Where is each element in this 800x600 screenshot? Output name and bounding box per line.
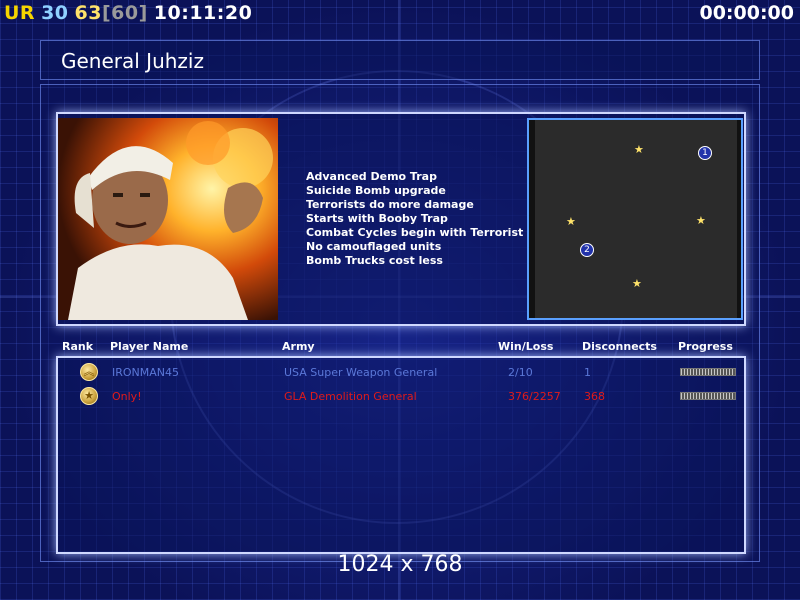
star-icon: ★ [696,214,706,227]
player-army: GLA Demolition General [284,390,417,403]
chevron-rank-icon: ︽ [80,363,98,381]
player-row[interactable]: ★ Only! GLA Demolition General 376/2257 … [58,386,744,406]
star-icon: ★ [634,143,644,156]
player-army: USA Super Weapon General [284,366,438,379]
hud-clock: 10:11:20 [153,2,253,24]
player-row[interactable]: ︽ IRONMAN45 USA Super Weapon General 2/1… [58,362,744,382]
player-disconnects: 1 [584,366,591,379]
bonus-item: Suicide Bomb upgrade [306,184,446,197]
header-player-name: Player Name [110,340,189,353]
bonus-item: Starts with Booby Trap [306,212,448,225]
bonus-item: Combat Cycles begin with Terrorist [306,226,524,239]
hud-stat-30: 30 [41,2,69,24]
hud-ur: UR [4,2,36,24]
hud-stat-60: [60] [101,2,148,24]
player-win-loss: 376/2257 [508,390,561,403]
player-table-header: Rank Player Name Army Win/Loss Disconnec… [56,340,746,356]
hud-stat-63: 63 [74,2,102,24]
map-border-left [529,120,535,318]
player-name: IRONMAN45 [112,366,180,379]
map-preview: ★ ★ ★ ★ 1 2 [527,118,743,320]
bonus-item: No camouflaged units [306,240,442,253]
hud-status: UR 30 63[60] 10:11:20 [4,2,258,24]
header-rank: Rank [62,340,94,353]
bonus-item: Bomb Trucks cost less [306,254,443,267]
start-position-2: 2 [580,243,594,257]
general-portrait [58,118,278,320]
general-title-bar: General Juhziz [40,40,760,80]
resolution-label: 1024 x 768 [337,552,463,577]
star-icon: ★ [632,277,642,290]
star-rank-icon: ★ [80,387,98,405]
bonus-item: Advanced Demo Trap [306,170,437,183]
header-army: Army [282,340,315,353]
header-disconnects: Disconnects [582,340,657,353]
header-progress: Progress [678,340,733,353]
player-list: ︽ IRONMAN45 USA Super Weapon General 2/1… [56,356,746,554]
header-win-loss: Win/Loss [498,340,554,353]
player-disconnects: 368 [584,390,605,403]
player-progress-bar [680,368,736,376]
general-bonus-list: Advanced Demo Trap Suicide Bomb upgrade … [306,170,523,268]
map-border-right [737,120,741,318]
star-icon: ★ [566,215,576,228]
general-title: General Juhziz [61,49,204,73]
match-timer: 00:00:00 [699,2,794,24]
bonus-item: Terrorists do more damage [306,198,474,211]
player-win-loss: 2/10 [508,366,533,379]
start-position-1: 1 [698,146,712,160]
player-progress-bar [680,392,736,400]
player-name: Only! [112,390,142,403]
